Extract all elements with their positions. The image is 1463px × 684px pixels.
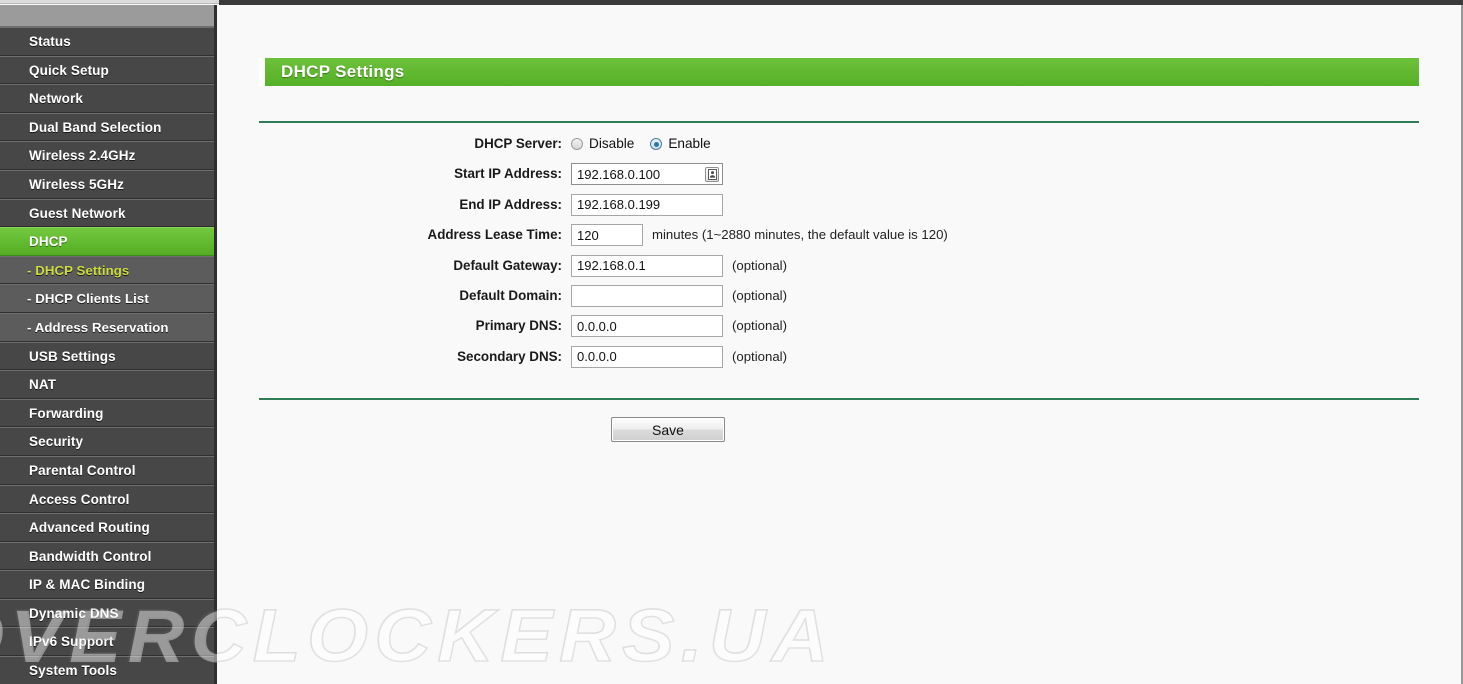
secondary-dns-input[interactable] xyxy=(571,345,723,368)
sidebar-item-dynamic-dns[interactable]: Dynamic DNS xyxy=(0,598,214,628)
field-row-end-ip: End IP Address: xyxy=(220,193,1461,224)
sidebar-item-list: Status Quick Setup Network Dual Band Select… xyxy=(0,27,214,684)
sidebar-item-forwarding[interactable]: Forwarding xyxy=(0,398,214,428)
secondary-dns-hint: (optional) xyxy=(732,348,787,364)
page-title-marker xyxy=(259,58,265,86)
sidebar-item-ip-mac-binding[interactable]: IP & MAC Binding xyxy=(0,570,214,599)
default-gateway-input[interactable] xyxy=(571,254,723,277)
end-ip-input[interactable] xyxy=(571,193,723,216)
radio-enable-label[interactable]: Enable xyxy=(668,133,710,155)
divider-bottom xyxy=(259,398,1419,400)
secondary-dns-label: Secondary DNS: xyxy=(457,348,562,364)
end-ip-label: End IP Address: xyxy=(459,196,562,212)
lease-time-control: minutes (1~2880 minutes, the default val… xyxy=(571,224,948,247)
sidebar-item-wireless-2-4ghz[interactable]: Wireless 2.4GHz xyxy=(0,141,214,170)
sidebar-item-ipv6-support[interactable]: IPv6 Support xyxy=(0,627,214,657)
lease-time-hint: minutes (1~2880 minutes, the default val… xyxy=(652,227,948,243)
sidebar-item-address-reservation[interactable]: - Address Reservation xyxy=(0,312,214,342)
radio-enable[interactable] xyxy=(650,138,663,150)
router-admin-page: Status Quick Setup Network Dual Band Select… xyxy=(0,0,1463,684)
sidebar-item-access-control[interactable]: Access Control xyxy=(0,484,214,514)
dhcp-server-radio-group: Disable Enable xyxy=(571,133,727,155)
default-gateway-control: (optional) xyxy=(571,254,787,277)
sidebar-item-bandwidth-control[interactable]: Bandwidth Control xyxy=(0,541,214,571)
sidebar-item-wireless-5ghz[interactable]: Wireless 5GHz xyxy=(0,169,214,199)
sidebar-item-guest-network[interactable]: Guest Network xyxy=(0,198,214,228)
sidebar-item-parental-control[interactable]: Parental Control xyxy=(0,455,214,485)
default-gateway-label: Default Gateway: xyxy=(453,257,562,273)
sidebar-item-security[interactable]: Security xyxy=(0,427,214,456)
default-domain-label: Default Domain: xyxy=(459,287,562,303)
default-gateway-hint: (optional) xyxy=(732,257,787,273)
field-row-default-domain: Default Domain: (optional) xyxy=(220,284,1461,315)
dhcp-server-label: DHCP Server: xyxy=(474,136,562,151)
dhcp-settings-form: DHCP Server: Disable Enable Start IP Add… xyxy=(220,133,1461,376)
start-ip-input[interactable] xyxy=(571,163,723,186)
radio-disable-label[interactable]: Disable xyxy=(589,133,634,155)
field-row-default-gateway: Default Gateway: (optional) xyxy=(220,254,1461,285)
default-domain-input[interactable] xyxy=(571,284,723,307)
sidebar-item-dhcp[interactable]: DHCP xyxy=(0,227,214,256)
field-row-secondary-dns: Secondary DNS: (optional) xyxy=(220,345,1461,376)
sidebar-item-network[interactable]: Network xyxy=(0,84,214,113)
save-button[interactable]: Save xyxy=(611,417,725,442)
start-ip-control xyxy=(571,163,723,186)
start-ip-label: Start IP Address: xyxy=(454,166,562,182)
sidebar-navigation: Status Quick Setup Network Dual Band Select… xyxy=(0,5,217,684)
primary-dns-hint: (optional) xyxy=(732,318,787,334)
sidebar-item-system-tools[interactable]: System Tools xyxy=(0,656,214,684)
field-row-primary-dns: Primary DNS: (optional) xyxy=(220,315,1461,345)
primary-dns-control: (optional) xyxy=(571,315,787,338)
default-domain-control: (optional) xyxy=(571,284,787,307)
default-domain-hint: (optional) xyxy=(732,287,787,303)
sidebar-top-band xyxy=(0,5,214,27)
dhcp-server-control: Disable Enable xyxy=(571,133,727,155)
sidebar-item-dhcp-settings[interactable]: - DHCP Settings xyxy=(0,255,214,285)
sidebar-item-advanced-routing[interactable]: Advanced Routing xyxy=(0,513,214,542)
radio-disable[interactable] xyxy=(571,138,583,150)
primary-dns-label: Primary DNS: xyxy=(475,318,562,334)
end-ip-control xyxy=(571,193,723,216)
save-button-row: Save xyxy=(220,417,1461,442)
lease-time-label: Address Lease Time: xyxy=(427,227,562,243)
sidebar-item-dual-band-selection[interactable]: Dual Band Selection xyxy=(0,112,214,142)
sidebar-item-usb-settings[interactable]: USB Settings xyxy=(0,341,214,371)
main-content: DHCP Settings DHCP Server: Disable Enabl… xyxy=(220,5,1463,684)
field-row-dhcp-server: DHCP Server: Disable Enable xyxy=(220,133,1461,163)
lease-time-input[interactable] xyxy=(571,224,643,247)
secondary-dns-control: (optional) xyxy=(571,345,787,368)
sidebar-item-dhcp-clients-list[interactable]: - DHCP Clients List xyxy=(0,284,214,313)
field-row-start-ip: Start IP Address: xyxy=(220,163,1461,193)
sidebar-item-nat[interactable]: NAT xyxy=(0,370,214,399)
primary-dns-input[interactable] xyxy=(571,315,723,338)
sidebar-item-quick-setup[interactable]: Quick Setup xyxy=(0,55,214,85)
page-title: DHCP Settings xyxy=(259,58,1419,86)
field-row-lease-time: Address Lease Time: minutes (1~2880 minu… xyxy=(220,224,1461,254)
sidebar-item-status[interactable]: Status xyxy=(0,27,214,56)
divider-top xyxy=(259,121,1419,123)
autofill-contact-icon[interactable] xyxy=(705,167,719,183)
